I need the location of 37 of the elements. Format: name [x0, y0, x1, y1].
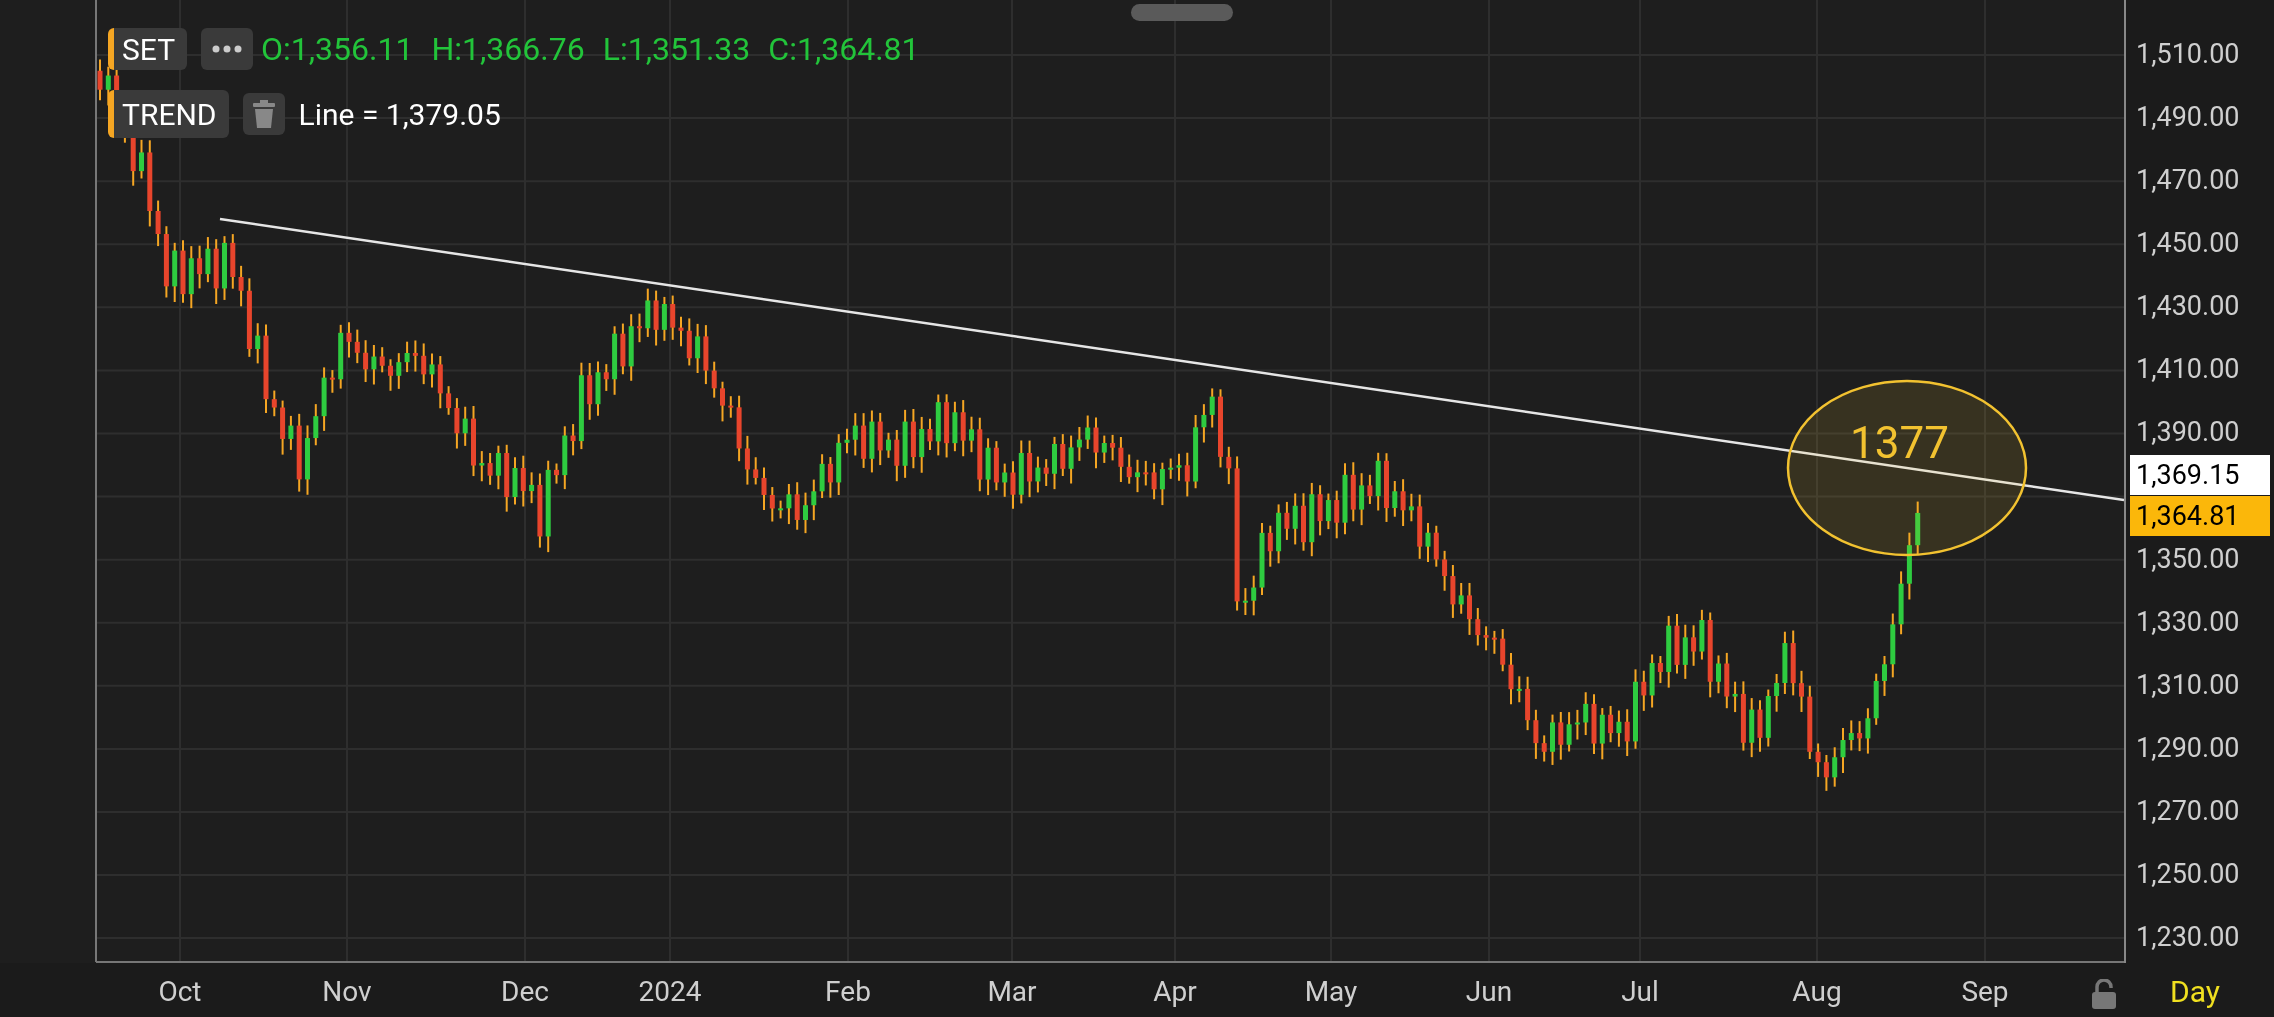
date-label: Nov	[322, 974, 372, 1010]
price-label: 1,510.00	[2136, 41, 2240, 68]
ohlc-value: L:1,351.33	[602, 29, 751, 70]
drawing-chip[interactable]: TREND	[108, 90, 229, 138]
interval-button[interactable]: Day	[2170, 969, 2220, 1014]
price-label: 1,450.00	[2136, 230, 2240, 258]
price-label: 1,310.00	[2136, 671, 2240, 699]
date-label: Mar	[987, 974, 1037, 1010]
ohlc-value: O:1,356.11	[261, 29, 414, 70]
date-label: Jun	[1465, 974, 1513, 1010]
line-price-tag: 1,369.15	[2130, 455, 2270, 495]
date-label: Jul	[1621, 974, 1659, 1010]
ohlc-value: C:1,364.81	[768, 29, 920, 70]
price-label: 1,270.00	[2136, 797, 2240, 825]
price-label: 1,430.00	[2136, 293, 2240, 321]
date-label: Apr	[1153, 974, 1197, 1010]
date-label: Aug	[1792, 974, 1842, 1010]
annotation-label: 1377	[1850, 416, 1949, 471]
price-label: 1,330.00	[2136, 608, 2240, 636]
price-label: 1,470.00	[2136, 167, 2240, 195]
price-label: 1,230.00	[2136, 924, 2240, 952]
date-label: Sep	[1961, 974, 2009, 1010]
price-label: 1,250.00	[2136, 861, 2240, 889]
ohlc-value: H:1,366.76	[431, 29, 585, 70]
symbol-chip[interactable]: SET	[108, 28, 188, 70]
price-label: 1,290.00	[2136, 734, 2240, 762]
price-label: 1,390.00	[2136, 419, 2240, 447]
price-label: 1,410.00	[2136, 356, 2240, 384]
date-label: Dec	[501, 974, 549, 1010]
line-readout: Line = 1,379.05	[298, 95, 501, 134]
date-label: 2024	[638, 974, 702, 1010]
price-label: 1,350.00	[2136, 545, 2240, 573]
date-label: Oct	[158, 974, 202, 1010]
date-label: May	[1304, 974, 1358, 1010]
price-label: 1,490.00	[2136, 104, 2240, 132]
last-price-tag: 1,364.81	[2130, 496, 2270, 536]
date-label: Feb	[825, 974, 871, 1010]
